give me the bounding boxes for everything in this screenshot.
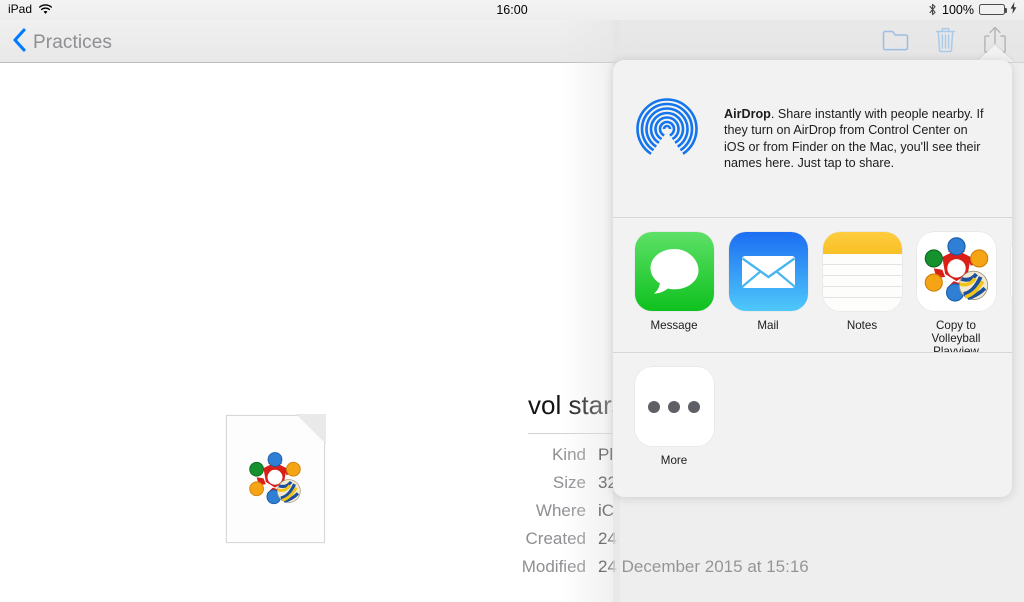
airdrop-section[interactable]: AirDrop. Share instantly with people nea…: [613, 60, 1012, 218]
share-app-label: Notes: [846, 319, 878, 332]
share-app-message[interactable]: Message: [627, 218, 721, 352]
table-row: Created 24: [400, 529, 1024, 557]
status-bar-right: 100%: [928, 2, 1017, 17]
page-title: vol stars: [528, 390, 625, 420]
share-app-notes[interactable]: Notes: [815, 218, 909, 352]
folder-button[interactable]: [878, 27, 912, 57]
bluetooth-icon: [928, 3, 937, 16]
charging-bolt-icon: [1010, 2, 1017, 17]
chevron-left-icon: [12, 28, 26, 57]
share-sheet-popover: AirDrop. Share instantly with people nea…: [613, 60, 1012, 497]
meta-value-where: iC: [598, 501, 615, 520]
meta-value-created: 24: [598, 529, 617, 548]
share-apps-row[interactable]: Message Mail Notes Copy to Volleyball Pl…: [613, 218, 1012, 353]
share-action-label: More: [660, 454, 688, 467]
meta-label-modified: Modified: [521, 557, 586, 576]
navigation-bar: Practices: [0, 20, 1024, 63]
share-app-label: Message: [650, 319, 698, 332]
mail-icon: [728, 232, 808, 311]
partial-app-icon: [1010, 232, 1012, 311]
trash-button[interactable]: [928, 27, 962, 57]
file-thumbnail[interactable]: [226, 414, 326, 543]
share-app-copy-to-volleyball-playview[interactable]: Copy to Volleyball Playview: [909, 218, 1003, 353]
document-volleyball-icon: [246, 452, 304, 506]
table-row: Where iC: [400, 501, 1024, 529]
meta-label-size: Size: [552, 473, 586, 492]
more-ellipsis-icon: [634, 367, 714, 446]
battery-percent-label: 100%: [942, 2, 974, 17]
share-apps-scroller[interactable]: Message Mail Notes Copy to Volleyball Pl…: [613, 218, 1012, 353]
share-action-more[interactable]: More: [627, 353, 721, 467]
share-app-mail[interactable]: Mail: [721, 218, 815, 352]
airdrop-description: AirDrop. Share instantly with people nea…: [724, 106, 990, 171]
ipad-screen: iPad 16:00 100% Practices vol stars Kind…: [0, 0, 1024, 602]
back-button-label: Practices: [33, 31, 113, 53]
battery-icon: [979, 4, 1007, 15]
notes-icon: [822, 232, 902, 311]
volleyball-playview-icon: [916, 232, 996, 311]
share-app-label: Copy to Volleyball Playview: [931, 319, 981, 353]
share-app-label: Mail: [757, 319, 779, 332]
back-button[interactable]: Practices: [12, 28, 112, 57]
airdrop-title: AirDrop: [724, 107, 771, 121]
meta-value-kind: Pl: [598, 445, 614, 464]
meta-value-modified: 24 December 2015 at 15:16: [598, 557, 809, 576]
airdrop-icon: [631, 93, 703, 165]
messages-icon: [634, 232, 714, 311]
share-actions-row[interactable]: More: [613, 353, 1012, 495]
meta-label-kind: Kind: [551, 445, 586, 464]
trash-icon: [934, 27, 957, 58]
status-bar: iPad 16:00 100%: [0, 0, 1024, 20]
document-fold-corner: [296, 414, 326, 444]
table-row: Modified 24 December 2015 at 15:16: [400, 557, 1024, 585]
share-app-partial[interactable]: [1003, 218, 1012, 352]
meta-label-where: Where: [535, 501, 586, 520]
meta-label-created: Created: [525, 529, 586, 548]
status-bar-clock: 16:00: [496, 3, 528, 17]
folder-icon: [882, 29, 909, 56]
